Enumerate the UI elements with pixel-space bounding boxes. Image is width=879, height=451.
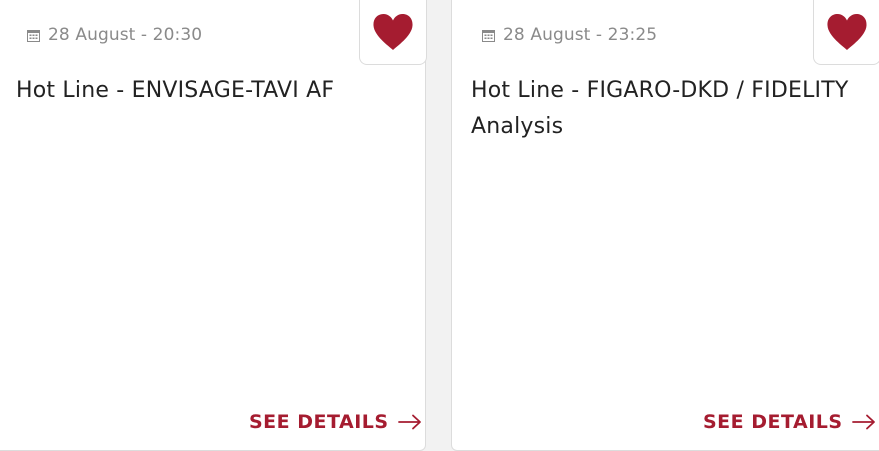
session-title[interactable]: Hot Line - FIGARO-DKD / FIDELITY Analysi… [471, 73, 861, 145]
calendar-icon [27, 29, 40, 42]
see-details-link[interactable]: SEE DETAILS [703, 411, 876, 433]
calendar-icon [482, 29, 495, 42]
session-card[interactable]: 28 August - 20:30 Hot Line - ENVISAGE-TA… [0, 0, 427, 451]
session-date: 28 August - 23:25 [482, 25, 657, 45]
heart-icon [373, 13, 413, 50]
arrow-right-icon [851, 414, 875, 430]
see-details-label: SEE DETAILS [249, 411, 389, 433]
arrow-right-icon [397, 414, 421, 430]
favorite-button[interactable] [359, 0, 427, 65]
see-details-link[interactable]: SEE DETAILS [249, 411, 422, 433]
session-cards-grid: 28 August - 20:30 Hot Line - ENVISAGE-TA… [0, 0, 879, 451]
favorite-button[interactable] [813, 0, 879, 65]
see-details-label: SEE DETAILS [703, 411, 843, 433]
session-date: 28 August - 20:30 [27, 25, 202, 45]
session-date-text: 28 August - 23:25 [503, 25, 658, 45]
session-title[interactable]: Hot Line - ENVISAGE-TAVI AF [16, 73, 376, 109]
session-card[interactable]: 28 August - 23:25 Hot Line - FIGARO-DKD … [451, 0, 879, 451]
session-date-text: 28 August - 20:30 [48, 25, 203, 45]
heart-icon [827, 13, 867, 50]
